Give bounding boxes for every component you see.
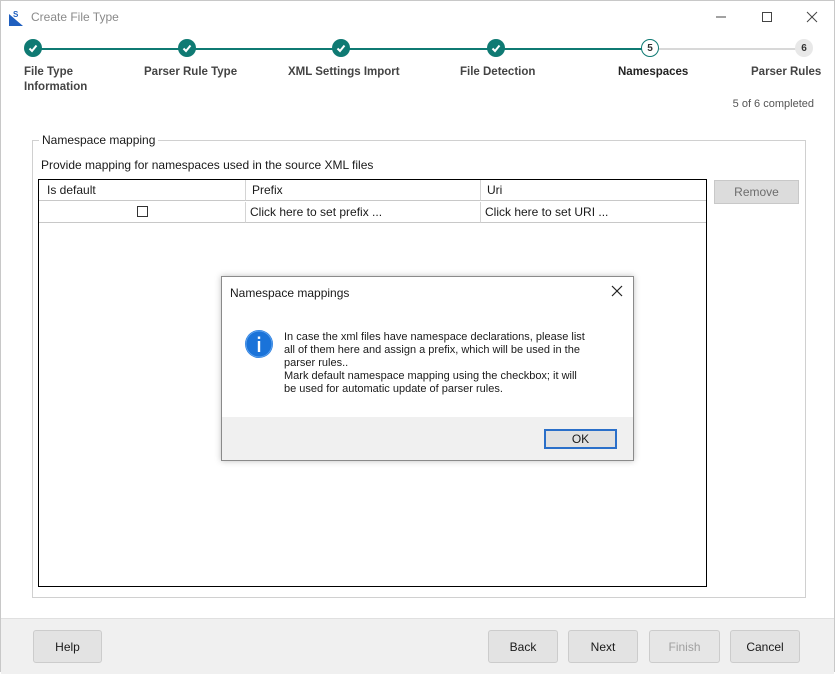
dialog-title: Namespace mappings [230, 286, 350, 300]
maximize-icon [762, 12, 772, 22]
minimize-button[interactable] [711, 7, 731, 27]
minimize-icon [716, 16, 726, 18]
is-default-checkbox[interactable] [137, 206, 148, 217]
column-header-prefix[interactable]: Prefix [246, 180, 481, 201]
column-header-uri[interactable]: Uri [481, 180, 706, 201]
wizard-stepper: 5 6 File Type Information Parser Rule Ty… [1, 37, 834, 107]
ok-button[interactable]: OK [544, 429, 617, 449]
step-5-number: 5 [641, 39, 659, 57]
mapping-description: Provide mapping for namespaces used in t… [41, 158, 374, 172]
dialog-message: In case the xml files have namespace dec… [284, 331, 585, 395]
stepper-remaining-line [659, 48, 796, 50]
wizard-footer: Help Back Next Finish Cancel [1, 618, 834, 674]
step-4-label: File Detection [460, 66, 536, 78]
cancel-button[interactable]: Cancel [730, 630, 800, 663]
namespace-mappings-dialog: Namespace mappings In case the xml files… [221, 276, 634, 461]
dialog-footer: OK [222, 417, 633, 460]
create-file-type-window: S Create File Type 5 6 File Type Informa… [0, 0, 835, 674]
step-5-label: Namespaces [618, 66, 689, 78]
step-3-label: XML Settings Import [288, 66, 400, 78]
dialog-close-icon[interactable] [609, 283, 625, 299]
step-1-label: File Type Information [24, 66, 88, 93]
column-header-is-default[interactable]: Is default [39, 180, 246, 201]
table-row-is-default-cell[interactable] [39, 202, 246, 223]
window-title: Create File Type [31, 10, 119, 24]
back-button[interactable]: Back [488, 630, 558, 663]
step-3-check-icon [332, 39, 350, 57]
title-bar: S Create File Type [1, 1, 834, 33]
close-button[interactable] [802, 7, 822, 27]
svg-text:S: S [13, 10, 19, 19]
prefix-cell[interactable]: Click here to set prefix ... [246, 202, 481, 223]
step-6-number: 6 [795, 39, 813, 57]
step-6-label: Parser Rules [751, 66, 822, 78]
uri-cell[interactable]: Click here to set URI ... [481, 202, 706, 223]
step-4-check-icon [487, 39, 505, 57]
help-button[interactable]: Help [33, 630, 102, 663]
progress-text: 5 of 6 completed [732, 98, 814, 110]
step-2-check-icon [178, 39, 196, 57]
remove-button[interactable]: Remove [714, 180, 799, 204]
app-logo-icon: S [9, 10, 23, 26]
next-button[interactable]: Next [568, 630, 638, 663]
step-2-label: Parser Rule Type [144, 66, 238, 78]
close-icon [806, 11, 818, 23]
finish-button[interactable]: Finish [649, 630, 720, 663]
group-title: Namespace mapping [39, 133, 159, 147]
step-1-check-icon [24, 39, 42, 57]
maximize-button[interactable] [757, 7, 777, 27]
info-icon [245, 330, 273, 358]
